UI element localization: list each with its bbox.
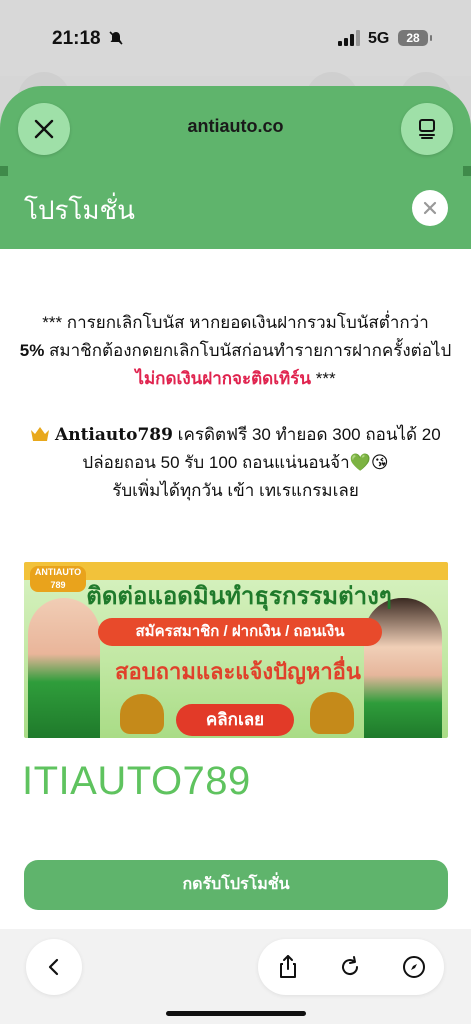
compass-button[interactable] [400,953,428,981]
promo-code-text: ITIAUTO789 [22,759,251,803]
banner-title: ติดต่อแอดมินทำธุรกรรมต่างๆ [86,583,392,610]
coin-pot-icon [310,692,354,734]
banner-click-button[interactable]: คลิกเลย [176,704,294,736]
notice-bold: 5% [19,341,45,360]
status-time: 21:18 [52,28,101,49]
claim-promotion-button[interactable]: กดรับโปรโมชั่น [24,860,448,910]
network-type: 5G [368,30,390,47]
reload-icon [342,956,359,976]
modal-close-button[interactable] [412,190,448,226]
status-bar: 21:18 5G 28 [0,0,471,76]
battery-icon: 28 [398,30,432,46]
promo-line: เครดิตฟรี 30 ทำยอด 300 ถอนได้ 20 [172,425,441,444]
signal-icon [338,30,360,46]
modal-title: โปรโมชั่น [24,195,135,225]
promo-line: ปล่อยถอน 50 รับ 100 ถอนแน่นอนจ้า💚😘 [82,453,389,472]
notice-warning: ไม่กดเงินฝากจะติดเทิร์น [135,369,311,388]
banner-subtitle: สอบถามและแจ้งปัญหาอื่น [115,659,361,684]
browser-header: antiauto.co [0,86,471,176]
promo-banner[interactable]: ANTIAUTO 789 ติดต่อแอดมินทำธุรกรรมต่างๆ … [24,562,448,738]
chevron-left-icon [48,958,59,976]
promo-line: รับเพิ่มได้ทุกวัน เข้า เทเรแกรมเลย [112,481,359,500]
share-icon [280,955,296,978]
bell-muted-icon [109,31,123,45]
notice-part: *** [310,369,336,388]
tabs-icon [419,119,435,139]
share-button[interactable] [274,953,302,981]
notice-text: *** การยกเลิกโบนัส หากยอดเงินฝากรวมโบนัส… [14,309,457,393]
banner-logo: ANTIAUTO 789 [30,566,86,592]
home-indicator [166,1011,306,1016]
back-button[interactable] [26,939,82,995]
modal-body: *** การยกเลิกโบนัส หากยอดเงินฝากรวมโบนัส… [0,249,471,929]
crown-icon [31,427,50,441]
banner-pill: สมัครสมาชิก / ฝากเงิน / ถอนเงิน [98,618,382,646]
notice-part: สมาชิกต้องกดยกเลิกโบนัสก่อนทำรายการฝากคร… [44,341,452,360]
compass-icon [403,956,425,978]
close-icon [423,201,437,215]
coin-pot-icon [120,694,164,734]
promo-text: Antiauto789 เครดิตฟรี 30 ทำยอด 300 ถอนได… [14,421,457,505]
notice-part: *** การยกเลิกโบนัส หากยอดเงินฝากรวมโบนัส… [42,313,429,332]
brand-name: Antiauto789 [55,425,173,445]
action-group [258,939,444,995]
tabs-button[interactable] [401,103,453,155]
reload-button[interactable] [336,953,364,981]
modal-header: โปรโมชั่น [0,166,471,249]
bottom-toolbar [0,929,471,1024]
